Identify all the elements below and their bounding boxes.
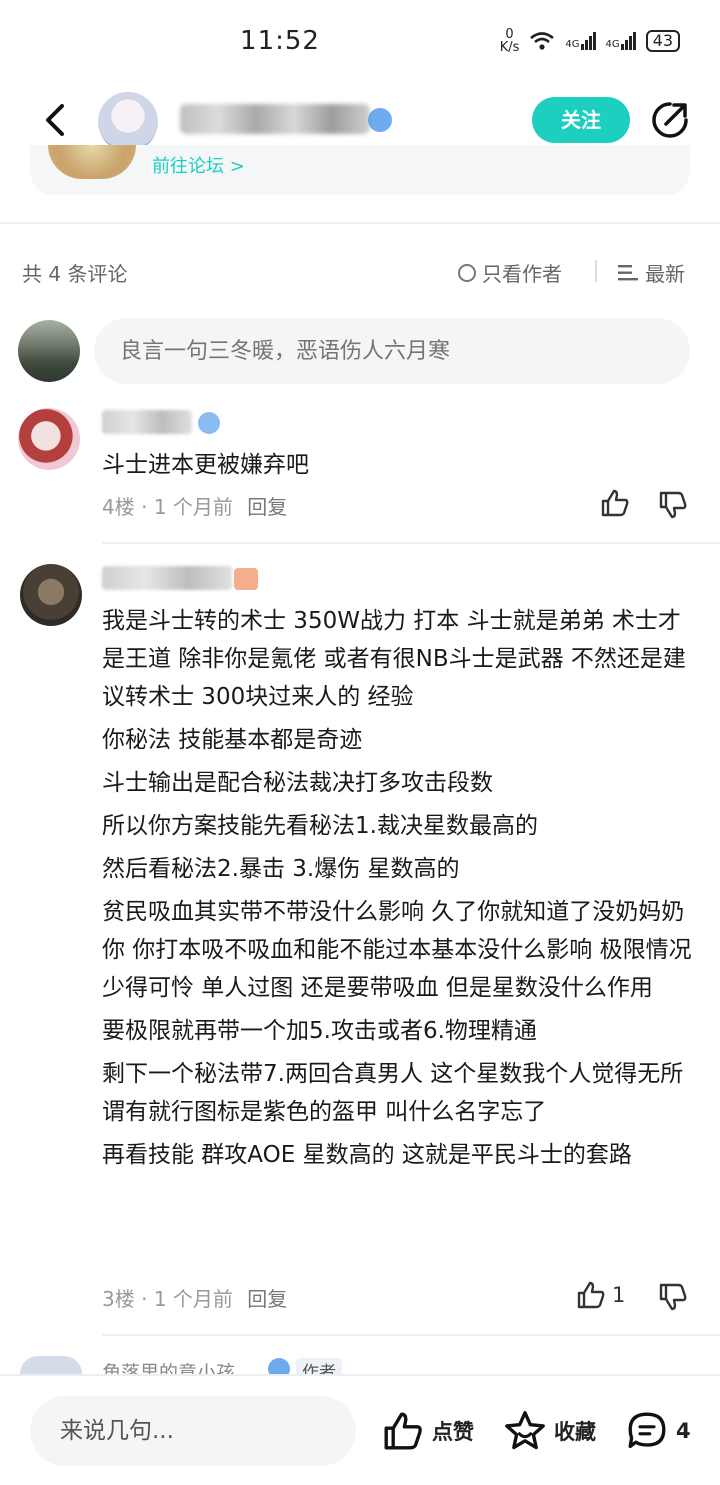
commenter-name-redacted[interactable]	[102, 410, 192, 434]
comment-meta: 3楼 · 1 个月前 回复	[102, 1287, 288, 1311]
verified-badge-icon	[198, 412, 220, 434]
dislike-icon[interactable]	[658, 1282, 688, 1312]
commenter-avatar[interactable]	[18, 408, 80, 470]
comment-count: 共 4 条评论	[22, 262, 128, 286]
sort-icon	[618, 264, 638, 280]
status-time: 11:52	[240, 26, 320, 56]
back-arrow-icon[interactable]	[36, 100, 76, 140]
comment-input[interactable]	[94, 318, 690, 384]
signal-1-icon: 4G	[565, 32, 596, 50]
wifi-icon	[530, 32, 555, 50]
divider	[595, 260, 597, 282]
level-badge-icon	[234, 568, 258, 590]
divider	[0, 222, 720, 224]
share-icon[interactable]	[650, 100, 690, 140]
comment-meta: 4楼 · 1 个月前 回复	[102, 495, 288, 519]
like-post-button[interactable]: 点赞	[382, 1410, 474, 1452]
only-author-toggle[interactable]: 只看作者	[458, 258, 562, 287]
like-icon[interactable]	[600, 488, 630, 518]
forum-link[interactable]: 前往论坛 >	[152, 152, 245, 178]
favorite-button[interactable]: 收藏	[504, 1410, 596, 1452]
signal-2-icon: 4G	[606, 32, 636, 50]
status-icons: 0 K/s 4G 4G 43	[500, 28, 680, 54]
commenter-avatar[interactable]	[20, 1356, 82, 1374]
like-count: 1	[612, 1283, 626, 1307]
comments-button[interactable]: 4	[626, 1410, 691, 1452]
commenter-avatar[interactable]	[20, 564, 82, 626]
comment-text: 斗士进本更被嫌弃吧	[102, 452, 309, 478]
author-avatar[interactable]	[98, 92, 158, 152]
sort-latest[interactable]: 最新	[617, 258, 685, 287]
comment-text: 我是斗士转的术士 350W战力 打本 斗士就是弟弟 术士才是王道 除非你是氪佬 …	[102, 608, 692, 1168]
battery-icon: 43	[645, 30, 680, 52]
radio-circle-icon	[458, 263, 476, 282]
follow-button[interactable]: 关注	[532, 97, 630, 143]
like-icon[interactable]	[576, 1280, 606, 1310]
star-icon	[505, 1411, 545, 1450]
author-name-redacted[interactable]	[180, 104, 370, 134]
comment-bubble-icon	[628, 1412, 666, 1449]
my-avatar	[18, 320, 80, 382]
reply-button[interactable]: 回复	[247, 1287, 287, 1311]
divider	[102, 542, 720, 544]
say-something-input[interactable]: 来说几句...	[30, 1396, 356, 1466]
reply-button[interactable]: 回复	[247, 495, 287, 519]
verified-badge-icon	[368, 108, 392, 132]
thumbs-up-icon	[384, 1412, 422, 1450]
commenter-name-redacted[interactable]	[102, 566, 232, 590]
net-speed: 0 K/s	[499, 27, 520, 55]
divider	[102, 1334, 720, 1336]
dislike-icon[interactable]	[658, 490, 688, 520]
